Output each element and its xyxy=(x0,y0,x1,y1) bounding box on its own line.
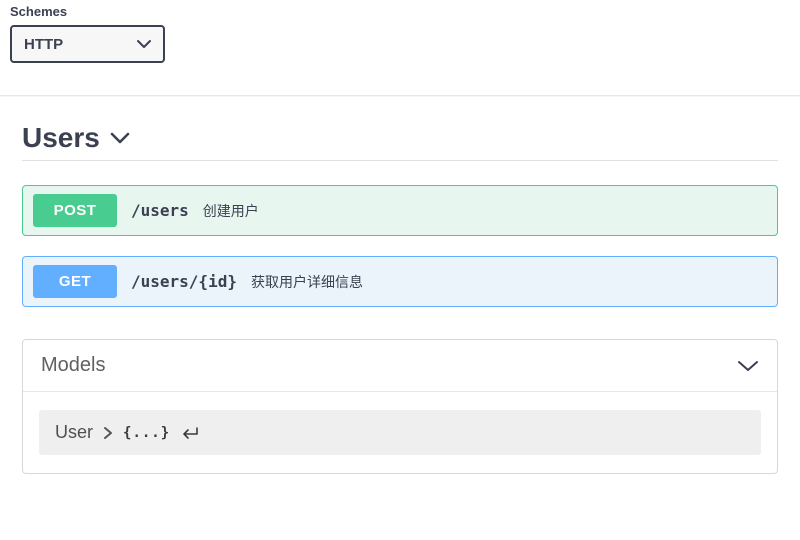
http-method-badge: GET xyxy=(33,265,117,298)
chevron-right-icon xyxy=(103,426,113,440)
operation-path: /users/{id} xyxy=(131,272,237,291)
model-name: User xyxy=(55,422,93,443)
scheme-select[interactable]: HTTP xyxy=(10,25,165,63)
schemes-label: Schemes xyxy=(10,4,790,19)
models-section: Models User {...} xyxy=(22,339,778,474)
operation-summary: 创建用户 xyxy=(203,201,259,221)
http-method-badge: POST xyxy=(33,194,117,227)
scheme-selected-value: HTTP xyxy=(24,36,63,53)
operation-path: /users xyxy=(131,201,189,220)
section-title: Users xyxy=(22,122,100,154)
main-content: Users POST /users 创建用户 GET /users/{id} 获… xyxy=(0,96,800,474)
chevron-down-icon xyxy=(137,39,151,49)
operation-summary: 获取用户详细信息 xyxy=(251,272,363,292)
model-preview: {...} xyxy=(123,425,170,441)
section-users-header[interactable]: Users xyxy=(22,122,778,161)
chevron-down-icon xyxy=(737,359,759,373)
model-item-user[interactable]: User {...} xyxy=(39,410,761,455)
chevron-down-icon xyxy=(110,131,130,145)
models-header[interactable]: Models xyxy=(23,340,777,392)
schemes-container: Schemes HTTP xyxy=(0,0,800,81)
newline-icon xyxy=(180,426,200,440)
operation-post-users[interactable]: POST /users 创建用户 xyxy=(22,185,778,236)
operation-get-users-id[interactable]: GET /users/{id} 获取用户详细信息 xyxy=(22,256,778,307)
models-title: Models xyxy=(41,354,105,377)
